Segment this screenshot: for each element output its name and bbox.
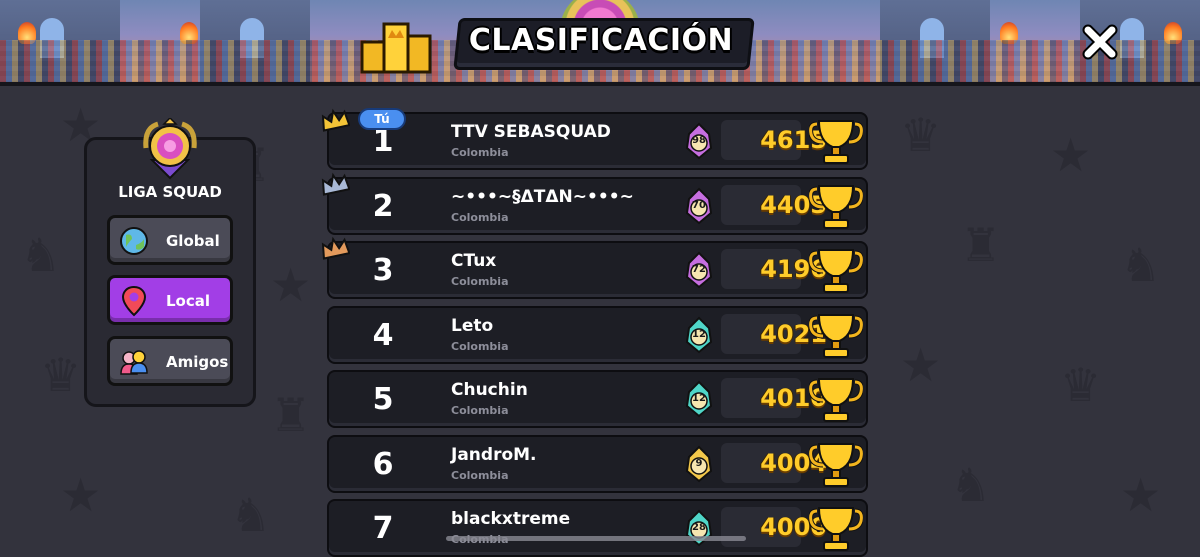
- rank-number: 6: [372, 447, 394, 482]
- trophy-icon: [809, 314, 863, 358]
- trophy-icon: [809, 120, 863, 164]
- bronze-crown-icon: [321, 236, 350, 260]
- leaderboard-row[interactable]: 1 TTV SEBASQUAD Colombia 98 4615: [327, 112, 868, 170]
- tab-local[interactable]: Local: [107, 275, 233, 325]
- player-country: Colombia: [451, 275, 509, 288]
- player-name: Chuchin: [451, 380, 528, 400]
- player-level: 9: [695, 458, 703, 469]
- player-name: CTux: [451, 251, 497, 271]
- league-title: LIGA SQUAD: [118, 183, 222, 201]
- player-name: Leto: [451, 316, 494, 336]
- player-name: ~•••~§ΔTΔN~•••~: [451, 187, 634, 207]
- tab-global-label: Global: [166, 232, 220, 250]
- player-level: 70: [692, 200, 706, 211]
- trophy-icon: [809, 507, 863, 551]
- league-emblem-icon: [143, 118, 197, 180]
- trophy-icon: [809, 185, 863, 229]
- trophy-icon: [809, 249, 863, 293]
- trophy-icon: [809, 443, 863, 487]
- podium-icon: [360, 22, 432, 74]
- page-title: CLASIFICACIÓN: [468, 23, 734, 58]
- leaderboard-row[interactable]: 4 Leto Colombia 12 4021: [327, 306, 868, 364]
- tab-amigos[interactable]: Amigos: [107, 336, 233, 386]
- player-country: Colombia: [451, 469, 509, 482]
- silver-crown-icon: [321, 172, 350, 196]
- close-icon: [1082, 24, 1118, 60]
- player-country: Colombia: [451, 211, 509, 224]
- leaderboard-row[interactable]: 3 CTux Colombia 72 4196: [327, 241, 868, 299]
- friends-icon: [120, 350, 148, 375]
- player-level: 72: [692, 264, 706, 275]
- tab-local-label: Local: [166, 292, 211, 310]
- close-button[interactable]: [1078, 20, 1122, 64]
- you-tag: Tú: [358, 108, 406, 130]
- player-level: 12: [692, 393, 706, 404]
- scrollbar[interactable]: [446, 536, 746, 541]
- player-level: 12: [692, 329, 706, 340]
- player-name: JandroM.: [451, 445, 537, 465]
- tab-amigos-label: Amigos: [166, 353, 229, 371]
- player-level: 98: [692, 135, 706, 146]
- player-name: blackxtreme: [451, 509, 571, 529]
- tab-global[interactable]: Global: [107, 215, 233, 265]
- player-country: Colombia: [451, 404, 509, 417]
- gold-crown-icon: [321, 108, 350, 132]
- leaderboard-row[interactable]: 5 Chuchin Colombia 12 4010: [327, 370, 868, 428]
- globe-icon: [120, 227, 148, 255]
- leaderboard-row[interactable]: 2 ~•••~§ΔTΔN~•••~ Colombia 70 4405: [327, 177, 868, 235]
- rank-number: 7: [372, 511, 394, 546]
- player-country: Colombia: [451, 340, 509, 353]
- player-level: 28: [692, 522, 706, 533]
- map-pin-icon: [121, 285, 147, 317]
- rank-number: 4: [372, 318, 394, 353]
- trophy-icon: [809, 378, 863, 422]
- player-country: Colombia: [451, 146, 509, 159]
- leaderboard-row[interactable]: 6 JandroM. Colombia 9 4004: [327, 435, 868, 493]
- leaderboard-row[interactable]: 7blackxtremeColombia284000: [327, 499, 868, 557]
- rank-number: 5: [372, 382, 394, 417]
- player-name: TTV SEBASQUAD: [451, 122, 611, 142]
